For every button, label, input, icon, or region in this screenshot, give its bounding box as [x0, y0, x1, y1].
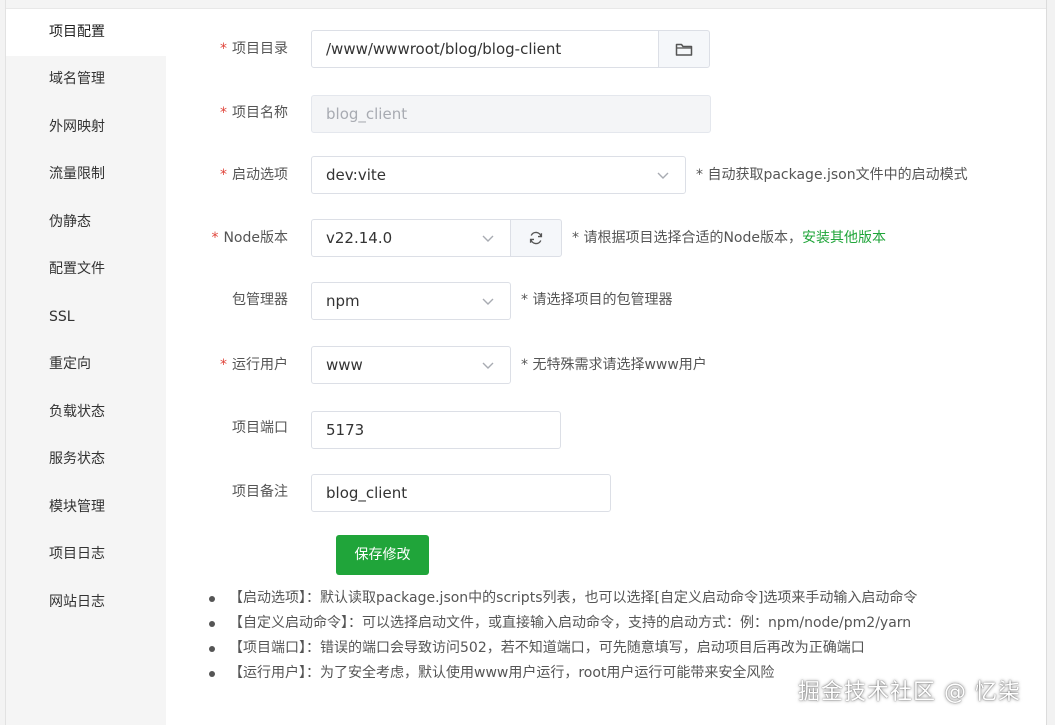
- install-other-version-link[interactable]: 安装其他版本: [802, 230, 886, 246]
- sidebar-item-site-log[interactable]: 网站日志: [6, 579, 166, 626]
- chevron-down-icon: [482, 362, 494, 369]
- sidebar-item-load-status[interactable]: 负载状态: [6, 389, 166, 436]
- sidebar-item-project-log[interactable]: 项目日志: [6, 531, 166, 578]
- project-name-input: blog_client: [311, 95, 711, 133]
- remark-label: 项目备注: [232, 484, 288, 500]
- start-option-value: dev:vite: [326, 166, 387, 184]
- note-item: 【自定义启动命令】：可以选择启动文件，或直接输入启动命令，支持的启动方式：例：n…: [205, 611, 917, 636]
- node-version-hint-text: * 请根据项目选择合适的Node版本，: [572, 230, 802, 246]
- sidebar-item-project-config[interactable]: 项目配置: [6, 9, 166, 56]
- port-input[interactable]: 5173: [311, 411, 561, 449]
- sidebar-item-ssl[interactable]: SSL: [6, 294, 166, 341]
- required-mark: *: [220, 105, 227, 121]
- sidebar-item-domain[interactable]: 域名管理: [6, 56, 166, 103]
- settings-sidebar: 项目配置 域名管理 外网映射 流量限制 伪静态 配置文件 SSL 重定向 负载状…: [6, 9, 166, 725]
- required-mark: *: [220, 357, 227, 373]
- node-version-label: * Node版本: [170, 218, 288, 258]
- help-notes: 【启动选项】：默认读取package.json中的scripts列表，也可以选择…: [205, 586, 917, 686]
- sidebar-item-redirect[interactable]: 重定向: [6, 341, 166, 388]
- port-label: 项目端口: [232, 420, 288, 436]
- start-option-label-text: 启动选项: [232, 167, 288, 183]
- window-right-edge: [1046, 0, 1055, 725]
- remark-input[interactable]: blog_client: [311, 474, 611, 512]
- project-dir-input[interactable]: /www/wwwroot/blog/blog-client: [311, 30, 659, 68]
- node-version-select[interactable]: v22.14.0: [311, 219, 511, 257]
- chevron-down-icon: [482, 235, 494, 242]
- sidebar-item-external-mapping[interactable]: 外网映射: [6, 104, 166, 151]
- chevron-down-icon: [482, 298, 494, 305]
- project-name-label-text: 项目名称: [232, 105, 288, 121]
- project-name-label: * 项目名称: [170, 93, 288, 133]
- save-button[interactable]: 保存修改: [336, 535, 429, 575]
- note-item: 【启动选项】：默认读取package.json中的scripts列表，也可以选择…: [205, 586, 917, 611]
- node-version-value: v22.14.0: [326, 229, 393, 247]
- refresh-node-version-button[interactable]: [510, 219, 562, 257]
- node-version-hint: * 请根据项目选择合适的Node版本，安装其他版本: [572, 218, 886, 258]
- project-settings-window: 项目配置 域名管理 外网映射 流量限制 伪静态 配置文件 SSL 重定向 负载状…: [0, 0, 1048, 725]
- sidebar-item-module-manage[interactable]: 模块管理: [6, 484, 166, 531]
- sidebar-item-service-status[interactable]: 服务状态: [6, 436, 166, 483]
- sidebar-item-rewrite[interactable]: 伪静态: [6, 199, 166, 246]
- watermark: 掘金技术社区 @ 忆柒: [798, 680, 1021, 705]
- note-item: 【项目端口】：错误的端口会导致访问502，若不知道端口，可先随意填写，启动项目后…: [205, 636, 917, 661]
- folder-icon: [675, 43, 693, 56]
- package-manager-label: 包管理器: [232, 292, 288, 308]
- chevron-down-icon: [657, 172, 669, 179]
- package-manager-select[interactable]: npm: [311, 282, 511, 320]
- run-user-select[interactable]: www: [311, 346, 511, 384]
- browse-folder-button[interactable]: [658, 30, 710, 68]
- run-user-label: * 运行用户: [170, 345, 288, 385]
- start-option-hint: * 自动获取package.json文件中的启动模式: [696, 167, 968, 183]
- window-top-edge: [0, 0, 1048, 9]
- project-dir-label: * 项目目录: [170, 29, 288, 69]
- start-option-label: * 启动选项: [170, 155, 288, 195]
- package-manager-value: npm: [326, 292, 360, 310]
- run-user-value: www: [326, 356, 363, 374]
- required-mark: *: [220, 41, 227, 57]
- run-user-hint: * 无特殊需求请选择www用户: [521, 357, 707, 373]
- sidebar-item-traffic-limit[interactable]: 流量限制: [6, 151, 166, 198]
- run-user-label-text: 运行用户: [232, 357, 288, 373]
- required-mark: *: [211, 230, 219, 246]
- node-version-label-text: Node版本: [223, 230, 288, 246]
- project-dir-label-text: 项目目录: [232, 41, 288, 57]
- package-manager-hint: * 请选择项目的包管理器: [521, 292, 673, 308]
- refresh-icon: [529, 231, 543, 245]
- sidebar-item-config-file[interactable]: 配置文件: [6, 246, 166, 293]
- start-option-select[interactable]: dev:vite: [311, 156, 686, 194]
- required-mark: *: [220, 167, 227, 183]
